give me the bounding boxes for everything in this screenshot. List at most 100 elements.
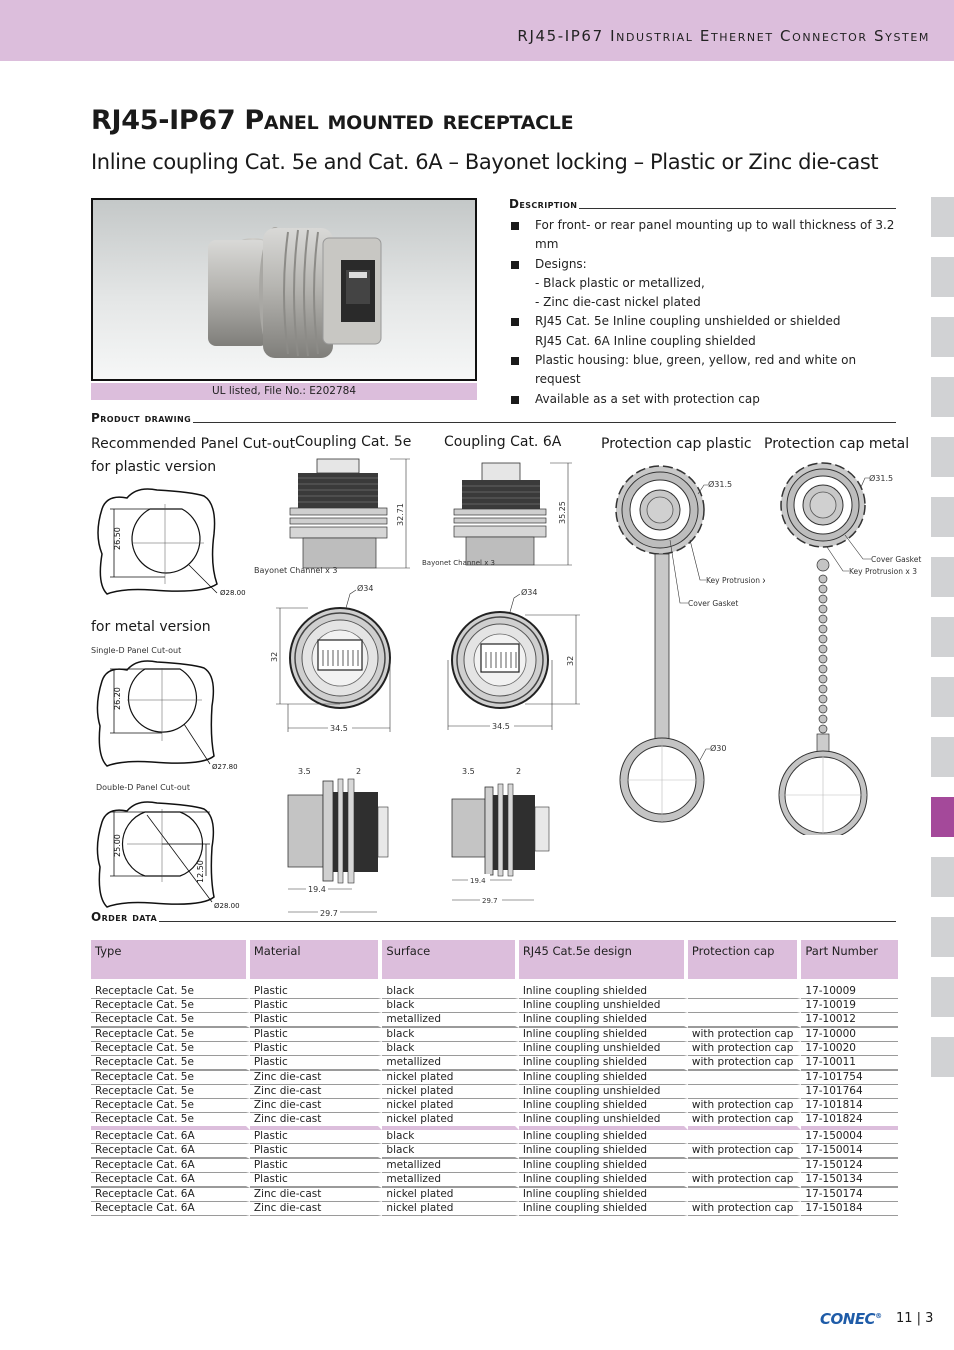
chapter-tab[interactable]: [931, 737, 954, 777]
cell-protection-cap: with protection cap: [687, 1113, 802, 1130]
cell-design: Inline coupling shielded: [518, 1013, 688, 1028]
cell-design: Inline coupling shielded: [518, 1028, 688, 1042]
chapter-tab[interactable]: [931, 857, 954, 897]
product-drawing-heading: Product drawing: [91, 411, 896, 425]
double-d-label: Double-D Panel Cut-out: [96, 783, 190, 792]
cell-type: Receptacle Cat. 5e: [91, 1013, 250, 1028]
cell-protection-cap: [687, 1071, 802, 1085]
product-drawing-heading-text: Product drawing: [91, 411, 192, 425]
chapter-tab[interactable]: [931, 377, 954, 417]
coupling-5e-title: Coupling Cat. 5e: [295, 434, 412, 450]
coupling-5e-side-view: 3.5 2 19.4 29.7: [287, 767, 389, 918]
cell-material: Plastic: [249, 1013, 383, 1028]
description-heading-text: Description: [509, 197, 578, 211]
ball-chain-icon: [816, 558, 830, 734]
table-row: Receptacle Cat. 6A Zinc die-cast nickel pl…: [91, 1202, 898, 1216]
chapter-tab[interactable]: [931, 1037, 954, 1077]
heading-rule: [579, 208, 896, 209]
cover-gasket-metal-label: Cover Gasket: [871, 555, 921, 564]
bullet-icon: [511, 222, 519, 230]
coupling-6a-side-view: 3.5 2 19.4 29.7: [451, 767, 550, 905]
cell-protection-cap: [687, 1188, 802, 1202]
description-text: Designs:: [535, 256, 587, 271]
product-photo: [91, 198, 477, 381]
cap-plastic-dia-dim: Ø31.5: [708, 479, 732, 489]
chapter-tab[interactable]: [931, 797, 954, 837]
bayonet-channel-label-6a: Bayonet Channel x 3: [422, 559, 496, 567]
cell-part-number: 17-10011: [801, 1056, 898, 1071]
double-d-half-dim: 12.50: [196, 860, 205, 883]
chapter-tab[interactable]: [931, 437, 954, 477]
table-row: Receptacle Cat. 6A Plastic black Inline cou…: [91, 1144, 898, 1159]
table-header-row: Type Material Surface RJ45 Cat.5e design…: [91, 940, 898, 979]
bullet-icon: [511, 260, 519, 269]
cell-design: Inline coupling shielded: [518, 1144, 688, 1159]
table-row: Receptacle Cat. 5e Zinc die-cast nickel pl…: [91, 1085, 898, 1099]
table-row: Receptacle Cat. 5e Plastic black Inline cou…: [91, 979, 898, 999]
cell-surface: nickel plated: [382, 1113, 519, 1130]
description-text: For front- or rear panel mounting up to …: [535, 218, 895, 252]
side-len-inner-5e-dim: 19.4: [308, 885, 326, 894]
cell-surface: black: [382, 1042, 519, 1056]
cell-design: Inline coupling shielded: [518, 1071, 688, 1085]
chapter-tab[interactable]: [931, 617, 954, 657]
cell-protection-cap: with protection cap: [687, 1202, 802, 1216]
cell-part-number: 17-150134: [801, 1173, 898, 1188]
logo-text: CONEC: [820, 1310, 876, 1328]
cell-surface: nickel plated: [382, 1085, 519, 1099]
chapter-tab[interactable]: [931, 257, 954, 297]
description-text: Plastic housing: blue, green, yellow, re…: [535, 353, 857, 387]
cell-surface: black: [382, 1130, 519, 1144]
side-flange-5e-dim: 3.5: [298, 767, 311, 776]
chapter-tab[interactable]: [931, 677, 954, 717]
table-row: Receptacle Cat. 5e Plastic black Inline cou…: [91, 999, 898, 1013]
single-d-dia-dim: Ø27.80: [212, 763, 238, 771]
cap-metal-title: Protection cap metal: [764, 436, 910, 452]
cell-design: Inline coupling unshielded: [518, 1085, 688, 1099]
description-text: Available as a set with protection cap: [535, 391, 760, 406]
cell-type: Receptacle Cat. 5e: [91, 1028, 250, 1042]
cell-surface: black: [382, 999, 519, 1013]
cell-surface: nickel plated: [382, 1202, 519, 1216]
cell-type: Receptacle Cat. 6A: [91, 1188, 250, 1202]
page-title: RJ45-IP67 Panel mounted receptacle: [91, 105, 574, 136]
cell-material: Plastic: [249, 1130, 383, 1144]
table-row: Receptacle Cat. 6A Plastic black Inline cou…: [91, 1130, 898, 1144]
cell-design: Inline coupling shielded: [518, 1056, 688, 1071]
coupling-6a-front-view: 32 34.5 Ø34: [447, 587, 580, 731]
cell-type: Receptacle Cat. 5e: [91, 1071, 250, 1085]
cell-surface: nickel plated: [382, 1071, 519, 1085]
cell-protection-cap: with protection cap: [687, 1042, 802, 1056]
column-header-protection-cap: Protection cap: [687, 940, 802, 979]
cell-surface: black: [382, 1028, 519, 1042]
plastic-height-dim: 26.50: [113, 527, 122, 550]
cell-surface: black: [382, 1144, 519, 1159]
table-row: Receptacle Cat. 5e Plastic black Inline cou…: [91, 1028, 898, 1042]
cell-part-number: 17-150004: [801, 1130, 898, 1144]
cell-protection-cap: [687, 1085, 802, 1099]
chapter-tab[interactable]: [931, 557, 954, 597]
chapter-tab[interactable]: [931, 977, 954, 1017]
cell-design: Inline coupling unshielded: [518, 1113, 688, 1130]
chapter-tab[interactable]: [931, 497, 954, 537]
cell-type: Receptacle Cat. 5e: [91, 1056, 250, 1071]
chapter-tab[interactable]: [931, 197, 954, 237]
page-subtitle: Inline coupling Cat. 5e and Cat. 6A – Ba…: [91, 150, 879, 174]
description-subtext: - Zinc die-cast nickel plated: [535, 295, 701, 310]
cell-protection-cap: with protection cap: [687, 1056, 802, 1071]
cell-design: Inline coupling shielded: [518, 1159, 688, 1173]
cell-material: Plastic: [249, 979, 383, 999]
description-item: Designs: - Black plastic or metallized, …: [511, 255, 901, 313]
cell-part-number: 17-10020: [801, 1042, 898, 1056]
front-width-6a-dim: 34.5: [492, 722, 510, 731]
coupling-5e-front-view: 32 34.5 Ø34: [270, 583, 391, 733]
chapter-tab[interactable]: [931, 917, 954, 957]
cell-protection-cap: with protection cap: [687, 1028, 802, 1042]
cell-protection-cap: [687, 999, 802, 1013]
coupling-5e-height-dim: 32.71: [396, 503, 405, 526]
description-list: For front- or rear panel mounting up to …: [511, 216, 901, 409]
cover-gasket-plastic-label: Cover Gasket: [688, 599, 738, 608]
cell-material: Plastic: [249, 1159, 383, 1173]
chapter-tab[interactable]: [931, 317, 954, 357]
key-protrusion-metal-label: Key Protrusion x 3: [849, 567, 917, 576]
